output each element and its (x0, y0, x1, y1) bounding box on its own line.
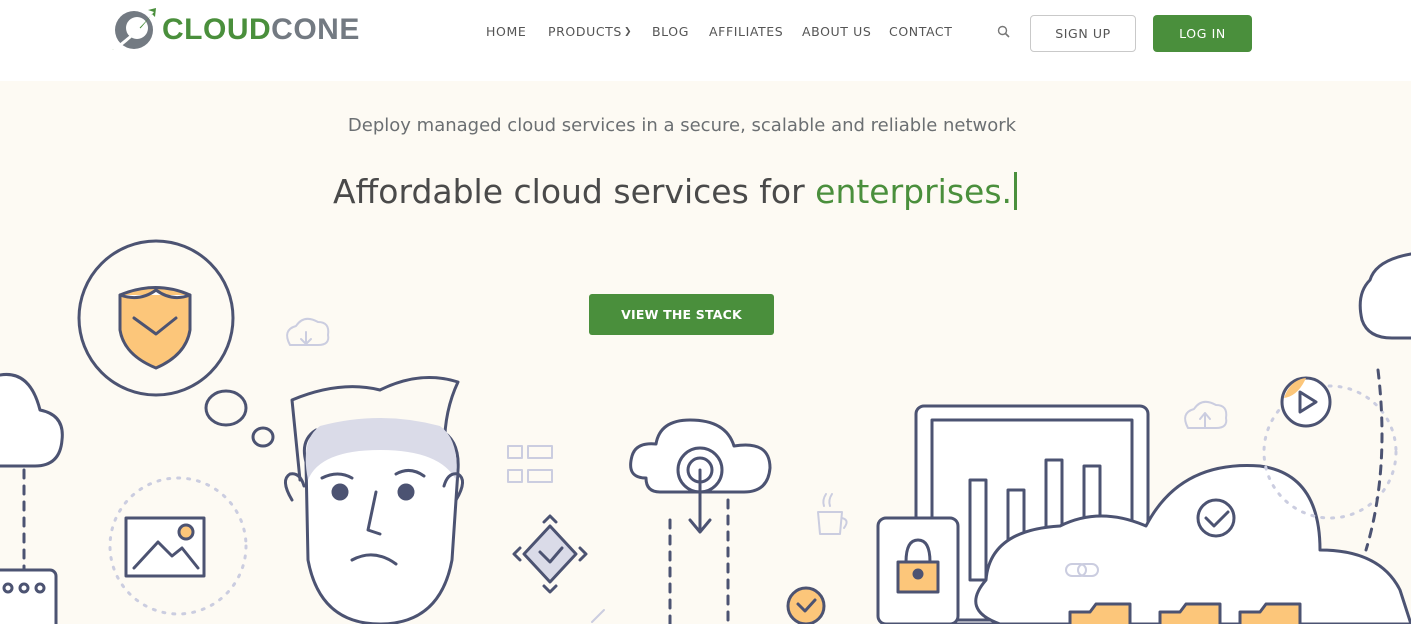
image-icon (108, 476, 248, 616)
cloud-upload-icon (1184, 400, 1228, 429)
hero-subtitle: Deploy managed cloud services in a secur… (347, 115, 1017, 136)
hero-illustration (0, 239, 1411, 624)
log-in-button[interactable]: LOG IN (1153, 15, 1252, 52)
diamond-check-icon (512, 514, 588, 594)
nav-affiliates[interactable]: AFFILIATES (709, 24, 783, 39)
chevron-down-icon: ❯ (623, 27, 633, 37)
folder-icon (1068, 602, 1302, 624)
cloud-download-icon (286, 317, 330, 346)
search-icon[interactable] (996, 24, 1012, 40)
nav-contact[interactable]: CONTACT (889, 24, 952, 39)
logo-text-cone: CONE (271, 13, 360, 46)
typing-cursor (1014, 172, 1018, 210)
hero-title-accent: enterprises. (815, 172, 1013, 211)
check-circle-icon (786, 586, 826, 624)
coffee-cup-icon (817, 493, 848, 535)
person-illustration (284, 376, 464, 624)
site-header: CLOUDCONE HOME PRODUCTS ❯ BLOG AFFILIATES… (0, 0, 1411, 81)
nav-products-label: PRODUCTS (548, 24, 622, 39)
touch-cloud-icon (629, 418, 772, 624)
view-the-stack-button[interactable]: VIEW THE STACK (589, 294, 774, 335)
nav-about-us[interactable]: ABOUT US (802, 24, 871, 39)
nav-blog[interactable]: BLOG (652, 24, 689, 39)
logo-text-cloud: CLOUD (162, 13, 272, 46)
flowchart-icon (507, 445, 553, 483)
cloudcone-logo-icon (112, 8, 156, 52)
logo[interactable]: CLOUDCONE (110, 6, 360, 54)
shield-icon (77, 239, 235, 397)
nav-products[interactable]: PRODUCTS ❯ (548, 24, 632, 39)
hero-title: Affordable cloud services for enterprise… (0, 172, 1350, 211)
logo-text: CLOUDCONE (162, 6, 360, 54)
nav-home[interactable]: HOME (486, 24, 526, 39)
sign-up-button[interactable]: SIGN UP (1030, 15, 1136, 52)
lock-device-icon (876, 516, 960, 624)
hero-title-prefix: Affordable cloud services for (332, 172, 816, 211)
